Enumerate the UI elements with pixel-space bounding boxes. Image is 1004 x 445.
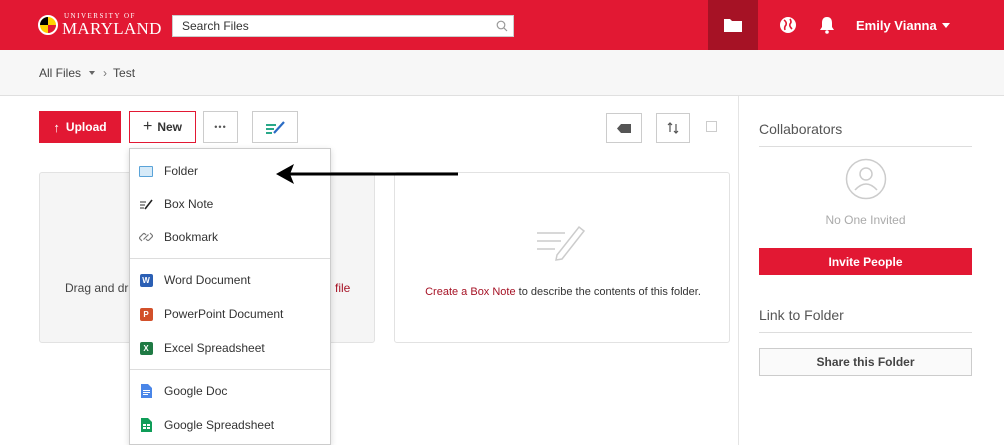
divider: [759, 332, 972, 333]
box-note-prompt: Create a Box Note to describe the conten…: [415, 286, 711, 300]
chevron-down-icon: [941, 22, 950, 28]
chevron-down-icon[interactable]: [89, 71, 96, 75]
drop-zone-link[interactable]: file: [335, 281, 350, 295]
user-name: Emily Vianna: [856, 17, 937, 33]
menu-separator: [130, 258, 330, 259]
folder-nav-icon: [724, 19, 742, 32]
logo-big-text: MARYLAND: [62, 19, 162, 38]
drop-zone-text: Drag and dr: [65, 281, 129, 295]
menu-item-excel-spreadsheet[interactable]: X Excel Spreadsheet: [130, 333, 330, 363]
box-note-panel: Create a Box Note to describe the conten…: [394, 172, 730, 343]
breadcrumb-bar: All Files › Test: [0, 50, 1004, 96]
new-label: New: [157, 120, 183, 134]
top-navigation-bar: UNIVERSITY OF MARYLAND Emily Vianna: [0, 0, 1004, 50]
create-box-note-link[interactable]: Create a Box Note: [425, 286, 516, 298]
notifications-button[interactable]: [814, 12, 840, 38]
menu-item-label: Word Document: [164, 273, 251, 287]
powerpoint-icon: P: [139, 307, 153, 321]
university-logo[interactable]: UNIVERSITY OF MARYLAND: [38, 12, 162, 38]
bell-icon: [820, 17, 834, 34]
pointer-arrow-annotation: [276, 164, 458, 184]
google-doc-icon: [139, 384, 153, 398]
menu-separator: [130, 369, 330, 370]
more-options-button[interactable]: •••: [203, 111, 238, 143]
menu-item-bookmark[interactable]: Bookmark: [130, 222, 330, 252]
upload-arrow-icon: ↑: [53, 119, 60, 135]
collaborators-title: Collaborators: [759, 121, 843, 137]
tags-button[interactable]: [606, 113, 642, 143]
sidebar-divider: [738, 96, 739, 445]
box-notes-button[interactable]: [252, 111, 298, 143]
menu-item-box-note[interactable]: Box Note: [130, 189, 330, 219]
menu-item-word-document[interactable]: W Word Document: [130, 265, 330, 295]
breadcrumb-separator: ›: [103, 66, 108, 80]
user-menu[interactable]: Emily Vianna: [856, 15, 950, 35]
new-item-dropdown: Folder Box Note Bookmark W Word Document…: [129, 148, 331, 445]
breadcrumb: All Files › Test: [39, 66, 135, 80]
menu-item-label: Box Note: [164, 197, 214, 211]
breadcrumb-all-files[interactable]: All Files: [39, 66, 81, 80]
person-avatar-icon: [845, 158, 887, 200]
folder-icon: [139, 164, 153, 178]
menu-item-google-doc[interactable]: Google Doc: [130, 376, 330, 406]
globe-button[interactable]: [775, 12, 801, 38]
divider: [759, 146, 972, 147]
maryland-seal-icon: [38, 15, 58, 35]
menu-item-label: Bookmark: [164, 230, 219, 244]
search-icon[interactable]: [491, 16, 513, 36]
menu-item-powerpoint-document[interactable]: P PowerPoint Document: [130, 299, 330, 329]
sort-icon: [667, 122, 679, 134]
menu-item-label: Google Spreadsheet: [164, 418, 275, 432]
menu-item-label: Folder: [164, 164, 199, 178]
menu-item-label: Google Doc: [164, 384, 228, 398]
ellipsis-icon: •••: [214, 122, 227, 132]
breadcrumb-current: Test: [113, 66, 136, 80]
box-note-description: to describe the contents of this folder.: [515, 286, 701, 298]
menu-item-google-spreadsheet[interactable]: Google Spreadsheet: [130, 410, 330, 440]
word-icon: W: [139, 273, 153, 287]
plus-icon: +: [142, 118, 153, 135]
google-sheet-icon: [139, 418, 153, 432]
invite-people-button[interactable]: Invite People: [759, 248, 972, 275]
tag-icon: [617, 123, 631, 133]
sort-button[interactable]: [656, 113, 690, 143]
search-input[interactable]: [173, 16, 491, 36]
share-folder-button[interactable]: Share this Folder: [759, 348, 972, 376]
box-notes-icon: [266, 121, 285, 134]
files-nav-button[interactable]: [708, 0, 758, 50]
menu-item-label: PowerPoint Document: [164, 307, 284, 321]
bookmark-icon: [139, 230, 153, 244]
box-note-icon: [139, 197, 153, 211]
excel-icon: X: [139, 341, 153, 355]
search-box: [172, 15, 514, 37]
select-all-checkbox[interactable]: [706, 121, 717, 132]
menu-item-label: Excel Spreadsheet: [164, 341, 265, 355]
link-to-folder-title: Link to Folder: [759, 307, 844, 323]
new-button[interactable]: + New: [129, 111, 196, 143]
box-note-placeholder-icon: [537, 225, 586, 261]
upload-label: Upload: [65, 120, 107, 134]
upload-button[interactable]: ↑ Upload: [39, 111, 121, 143]
no-collaborators-text: No One Invited: [825, 213, 906, 227]
globe-icon: [780, 17, 796, 33]
